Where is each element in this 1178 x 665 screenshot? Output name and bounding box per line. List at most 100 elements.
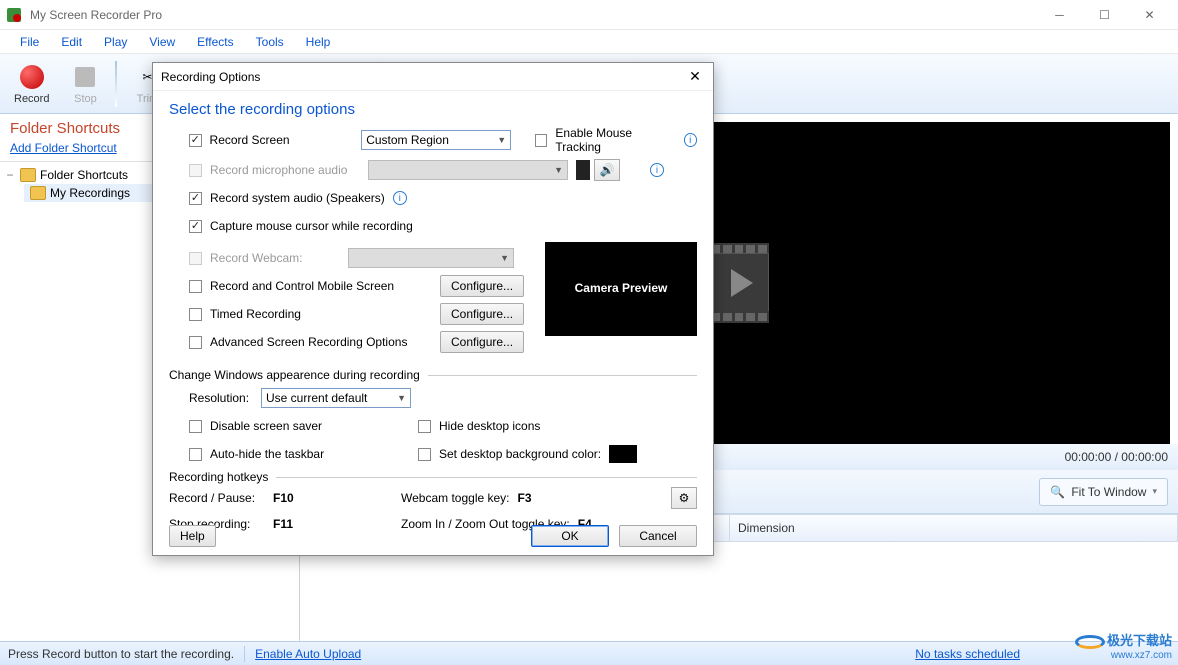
webcam-toggle-key: F3: [518, 491, 532, 505]
record-webcam-label: Record Webcam:: [210, 251, 340, 265]
record-screen-checkbox[interactable]: [189, 134, 202, 147]
info-icon[interactable]: i: [393, 191, 407, 205]
configure-timed-button[interactable]: Configure...: [440, 303, 524, 325]
record-label: Record: [14, 93, 49, 105]
stop-icon: [71, 63, 99, 91]
menu-tools[interactable]: Tools: [246, 33, 294, 51]
capture-cursor-checkbox[interactable]: [189, 220, 202, 233]
cancel-button[interactable]: Cancel: [619, 525, 697, 547]
advanced-options-label: Advanced Screen Recording Options: [210, 335, 432, 349]
hotkeys-group-label: Recording hotkeys: [169, 470, 268, 484]
chevron-down-icon: ▼: [397, 393, 406, 403]
appearance-group-label: Change Windows appearence during recordi…: [169, 368, 420, 382]
chevron-down-icon: ▼: [500, 253, 509, 263]
stop-label: Stop: [74, 93, 97, 105]
hide-desktop-icons-label: Hide desktop icons: [439, 419, 540, 433]
configure-advanced-button[interactable]: Configure...: [440, 331, 524, 353]
help-button[interactable]: Help: [169, 525, 216, 547]
film-strip-bottom: [709, 311, 769, 323]
record-screen-label: Record Screen: [210, 133, 354, 147]
camera-preview-label: Camera Preview: [575, 281, 668, 297]
folder-icon: [20, 168, 36, 182]
watermark-brand: 极光下载站: [1107, 633, 1172, 648]
magnifier-icon: 🔍: [1050, 485, 1065, 499]
play-overlay-icon: [709, 253, 769, 313]
disable-screensaver-checkbox[interactable]: [189, 420, 202, 433]
record-pause-key: F10: [273, 491, 393, 505]
close-button[interactable]: ✕: [1127, 0, 1172, 30]
menu-edit[interactable]: Edit: [51, 33, 92, 51]
folder-icon: [30, 186, 46, 200]
window-title: My Screen Recorder Pro: [30, 8, 162, 22]
info-icon[interactable]: i: [650, 163, 664, 177]
maximize-button[interactable]: ☐: [1082, 0, 1127, 30]
tree-child-label: My Recordings: [50, 186, 130, 200]
fit-label: Fit To Window: [1071, 485, 1146, 499]
mic-device-combo: ▼: [368, 160, 568, 180]
app-icon: [6, 7, 22, 23]
file-table-body: [300, 542, 1178, 644]
status-message: Press Record button to start the recordi…: [8, 647, 234, 661]
hide-desktop-icons-checkbox[interactable]: [418, 420, 431, 433]
divider: [276, 477, 697, 478]
menu-view[interactable]: View: [139, 33, 185, 51]
divider: [428, 375, 697, 376]
autohide-taskbar-checkbox[interactable]: [189, 448, 202, 461]
record-icon: [18, 63, 46, 91]
mouse-tracking-label: Enable Mouse Tracking: [555, 126, 675, 154]
tree-toggle-icon[interactable]: −: [4, 168, 16, 182]
menu-help[interactable]: Help: [296, 33, 341, 51]
resolution-combo[interactable]: Use current default ▼: [261, 388, 411, 408]
dialog-close-button[interactable]: ✕: [685, 68, 705, 85]
no-tasks-link[interactable]: No tasks scheduled: [915, 647, 1020, 661]
menu-file[interactable]: File: [10, 33, 49, 51]
record-mic-checkbox: [189, 164, 202, 177]
record-button[interactable]: Record: [6, 57, 57, 111]
record-pause-label: Record / Pause:: [169, 491, 265, 505]
timed-recording-checkbox[interactable]: [189, 308, 202, 321]
resolution-label: Resolution:: [189, 391, 253, 405]
configure-mobile-button[interactable]: Configure...: [440, 275, 524, 297]
recording-options-dialog: Recording Options ✕ Select the recording…: [152, 62, 714, 556]
autohide-taskbar-label: Auto-hide the taskbar: [210, 447, 410, 461]
menu-play[interactable]: Play: [94, 33, 137, 51]
mouse-tracking-checkbox[interactable]: [535, 134, 548, 147]
webcam-combo: ▼: [348, 248, 514, 268]
record-mic-label: Record microphone audio: [210, 163, 360, 177]
stop-button[interactable]: Stop: [61, 57, 109, 111]
set-bg-color-label: Set desktop background color:: [439, 447, 601, 461]
info-icon[interactable]: i: [684, 133, 698, 147]
set-bg-color-checkbox[interactable]: [418, 448, 431, 461]
fit-to-window-button[interactable]: 🔍 Fit To Window ▾: [1039, 478, 1168, 506]
ok-button[interactable]: OK: [531, 525, 609, 547]
watermark-url: www.xz7.com: [1111, 650, 1172, 661]
timed-recording-label: Timed Recording: [210, 307, 432, 321]
chevron-down-icon: ▼: [554, 165, 563, 175]
mic-level-indicator: [576, 160, 590, 180]
record-system-audio-label: Record system audio (Speakers): [210, 191, 385, 205]
watermark-logo-icon: [1075, 635, 1105, 649]
mobile-screen-label: Record and Control Mobile Screen: [210, 279, 432, 293]
gear-icon: ⚙: [679, 491, 690, 505]
toolbar-separator: [115, 61, 117, 107]
menu-effects[interactable]: Effects: [187, 33, 243, 51]
resolution-value: Use current default: [266, 391, 367, 405]
watermark: 极光下载站 www.xz7.com: [1075, 630, 1172, 661]
disable-screensaver-label: Disable screen saver: [210, 419, 410, 433]
th-dimension[interactable]: Dimension: [730, 515, 1178, 541]
time-text: 00:00:00 / 00:00:00: [1065, 450, 1168, 464]
bg-color-swatch[interactable]: [609, 445, 637, 463]
camera-preview-box: Camera Preview: [545, 242, 697, 336]
record-system-audio-checkbox[interactable]: [189, 192, 202, 205]
mobile-screen-checkbox[interactable]: [189, 280, 202, 293]
webcam-toggle-label: Webcam toggle key:: [401, 491, 510, 505]
speaker-button[interactable]: 🔊: [594, 159, 620, 181]
region-combo[interactable]: Custom Region ▼: [361, 130, 511, 150]
hotkey-settings-button[interactable]: ⚙: [671, 487, 697, 509]
dialog-heading: Select the recording options: [169, 101, 697, 118]
advanced-options-checkbox[interactable]: [189, 336, 202, 349]
enable-auto-upload-link[interactable]: Enable Auto Upload: [255, 647, 361, 661]
capture-cursor-label: Capture mouse cursor while recording: [210, 219, 413, 233]
menubar: File Edit Play View Effects Tools Help: [0, 30, 1178, 54]
minimize-button[interactable]: ─: [1037, 0, 1082, 30]
